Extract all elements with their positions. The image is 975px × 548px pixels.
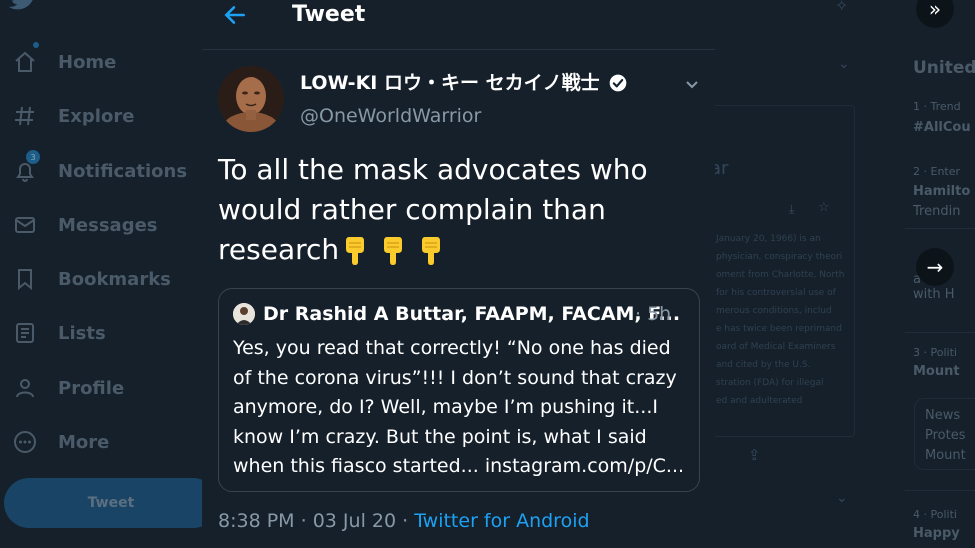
trend-subtitle: Trendin	[913, 204, 961, 219]
page-title: Tweet	[292, 2, 366, 27]
notification-badge: 3	[26, 150, 40, 164]
envelope-icon	[12, 212, 38, 238]
news-line: Protes	[925, 428, 966, 443]
quoted-text: Yes, you read that correctly! “No one ha…	[233, 337, 685, 477]
point-down-emoji	[384, 237, 403, 265]
nav-item-bookmarks[interactable]: Bookmarks	[12, 259, 171, 299]
chevron-down-icon: ⌄	[838, 56, 850, 72]
display-name[interactable]: LOW-KI ロウ・キー セカイノ戦士	[300, 70, 628, 96]
nav-item-lists[interactable]: Lists	[12, 313, 106, 353]
meta-separator: ·	[402, 510, 409, 532]
bird-logo-icon	[8, 0, 33, 10]
tweet-panel: Tweet LOW-KI ロウ・キー セカイノ戦士 @OneWorldWarri…	[202, 0, 715, 548]
nav-item-profile[interactable]: Profile	[12, 368, 124, 408]
verified-badge-icon	[608, 73, 628, 93]
tweet-time[interactable]: 8:38 PM	[218, 510, 295, 532]
person-icon	[12, 375, 38, 401]
home-icon	[12, 49, 38, 75]
trend-meta: 4 · Politi	[913, 508, 957, 521]
more-icon	[12, 429, 38, 455]
trend-snippet: with H	[913, 287, 955, 302]
quoted-tweet[interactable]: Dr Rashid A Buttar, FAAPM, FACAM, F... ·…	[218, 288, 700, 492]
bookmark-icon	[12, 266, 38, 292]
point-down-emoji	[422, 237, 441, 265]
display-name-text: LOW-KI ロウ・キー セカイノ戦士	[300, 72, 600, 94]
quoted-display-name: Dr Rashid A Buttar, FAAPM, FACAM, F...	[263, 303, 681, 325]
trend-meta: 3 · Politi	[913, 346, 957, 359]
trend-title[interactable]: #AllCou	[913, 120, 971, 135]
trend-title[interactable]: Hamilto	[913, 184, 970, 199]
point-down-emoji	[346, 237, 365, 265]
user-handle[interactable]: @OneWorldWarrior	[300, 103, 481, 129]
quoted-timestamp: · 5h	[635, 303, 672, 325]
star-icon: ☆	[818, 200, 830, 215]
nav-label: More	[58, 431, 110, 453]
chevron-down-icon: ⌄	[836, 490, 848, 506]
nav-label: Bookmarks	[58, 268, 171, 290]
trend-title[interactable]: Happy	[913, 526, 960, 541]
nav-label: Explore	[58, 105, 135, 127]
share-icon: ⇪	[748, 446, 761, 464]
sidebar-nav: Home Explore Notifications 3 Messages Bo…	[0, 0, 218, 548]
home-unread-dot	[33, 42, 39, 48]
tweet-source-link[interactable]: Twitter for Android	[414, 510, 589, 532]
news-line: News	[925, 408, 961, 423]
next-arrow-icon[interactable]: →	[916, 248, 954, 286]
list-icon	[12, 320, 38, 346]
tweet-meta: 8:38 PM · 03 Jul 20 · Twitter for Androi…	[218, 508, 590, 534]
background-card-text: January 20, 1966) is an physician, consp…	[716, 234, 845, 406]
nav-label: Profile	[58, 377, 125, 399]
nav-item-more[interactable]: More	[12, 422, 109, 462]
trend-title[interactable]: Mount	[913, 364, 960, 379]
nav-label: Lists	[58, 322, 106, 344]
quoted-avatar	[233, 303, 255, 325]
news-line: Mount	[925, 448, 966, 463]
nav-item-messages[interactable]: Messages	[12, 205, 158, 245]
nav-label: Notifications	[58, 160, 188, 182]
tweet-text: To all the mask advocates who would rath…	[218, 150, 688, 270]
download-icon: ⤓	[789, 202, 795, 216]
chevron-down-icon[interactable]	[684, 76, 700, 96]
nav-item-explore[interactable]: Explore	[12, 96, 134, 136]
arrow-left-icon[interactable]	[222, 2, 252, 28]
tweet-date[interactable]: 03 Jul 20	[313, 510, 396, 532]
nav-item-home[interactable]: Home	[12, 42, 116, 82]
nav-label: Messages	[58, 214, 158, 236]
trend-meta: 2 · Enter	[913, 165, 961, 178]
trends-heading: United	[913, 58, 975, 78]
trend-meta: 1 · Trend	[913, 100, 961, 113]
sparkle-icon: ✧	[835, 0, 849, 15]
tweet-header: Tweet	[202, 0, 715, 50]
compose-tweet-button[interactable]: Tweet	[4, 478, 218, 528]
hashtag-icon	[12, 103, 38, 129]
nav-label: Home	[58, 51, 117, 73]
avatar[interactable]	[218, 66, 284, 132]
meta-separator: ·	[300, 510, 307, 532]
